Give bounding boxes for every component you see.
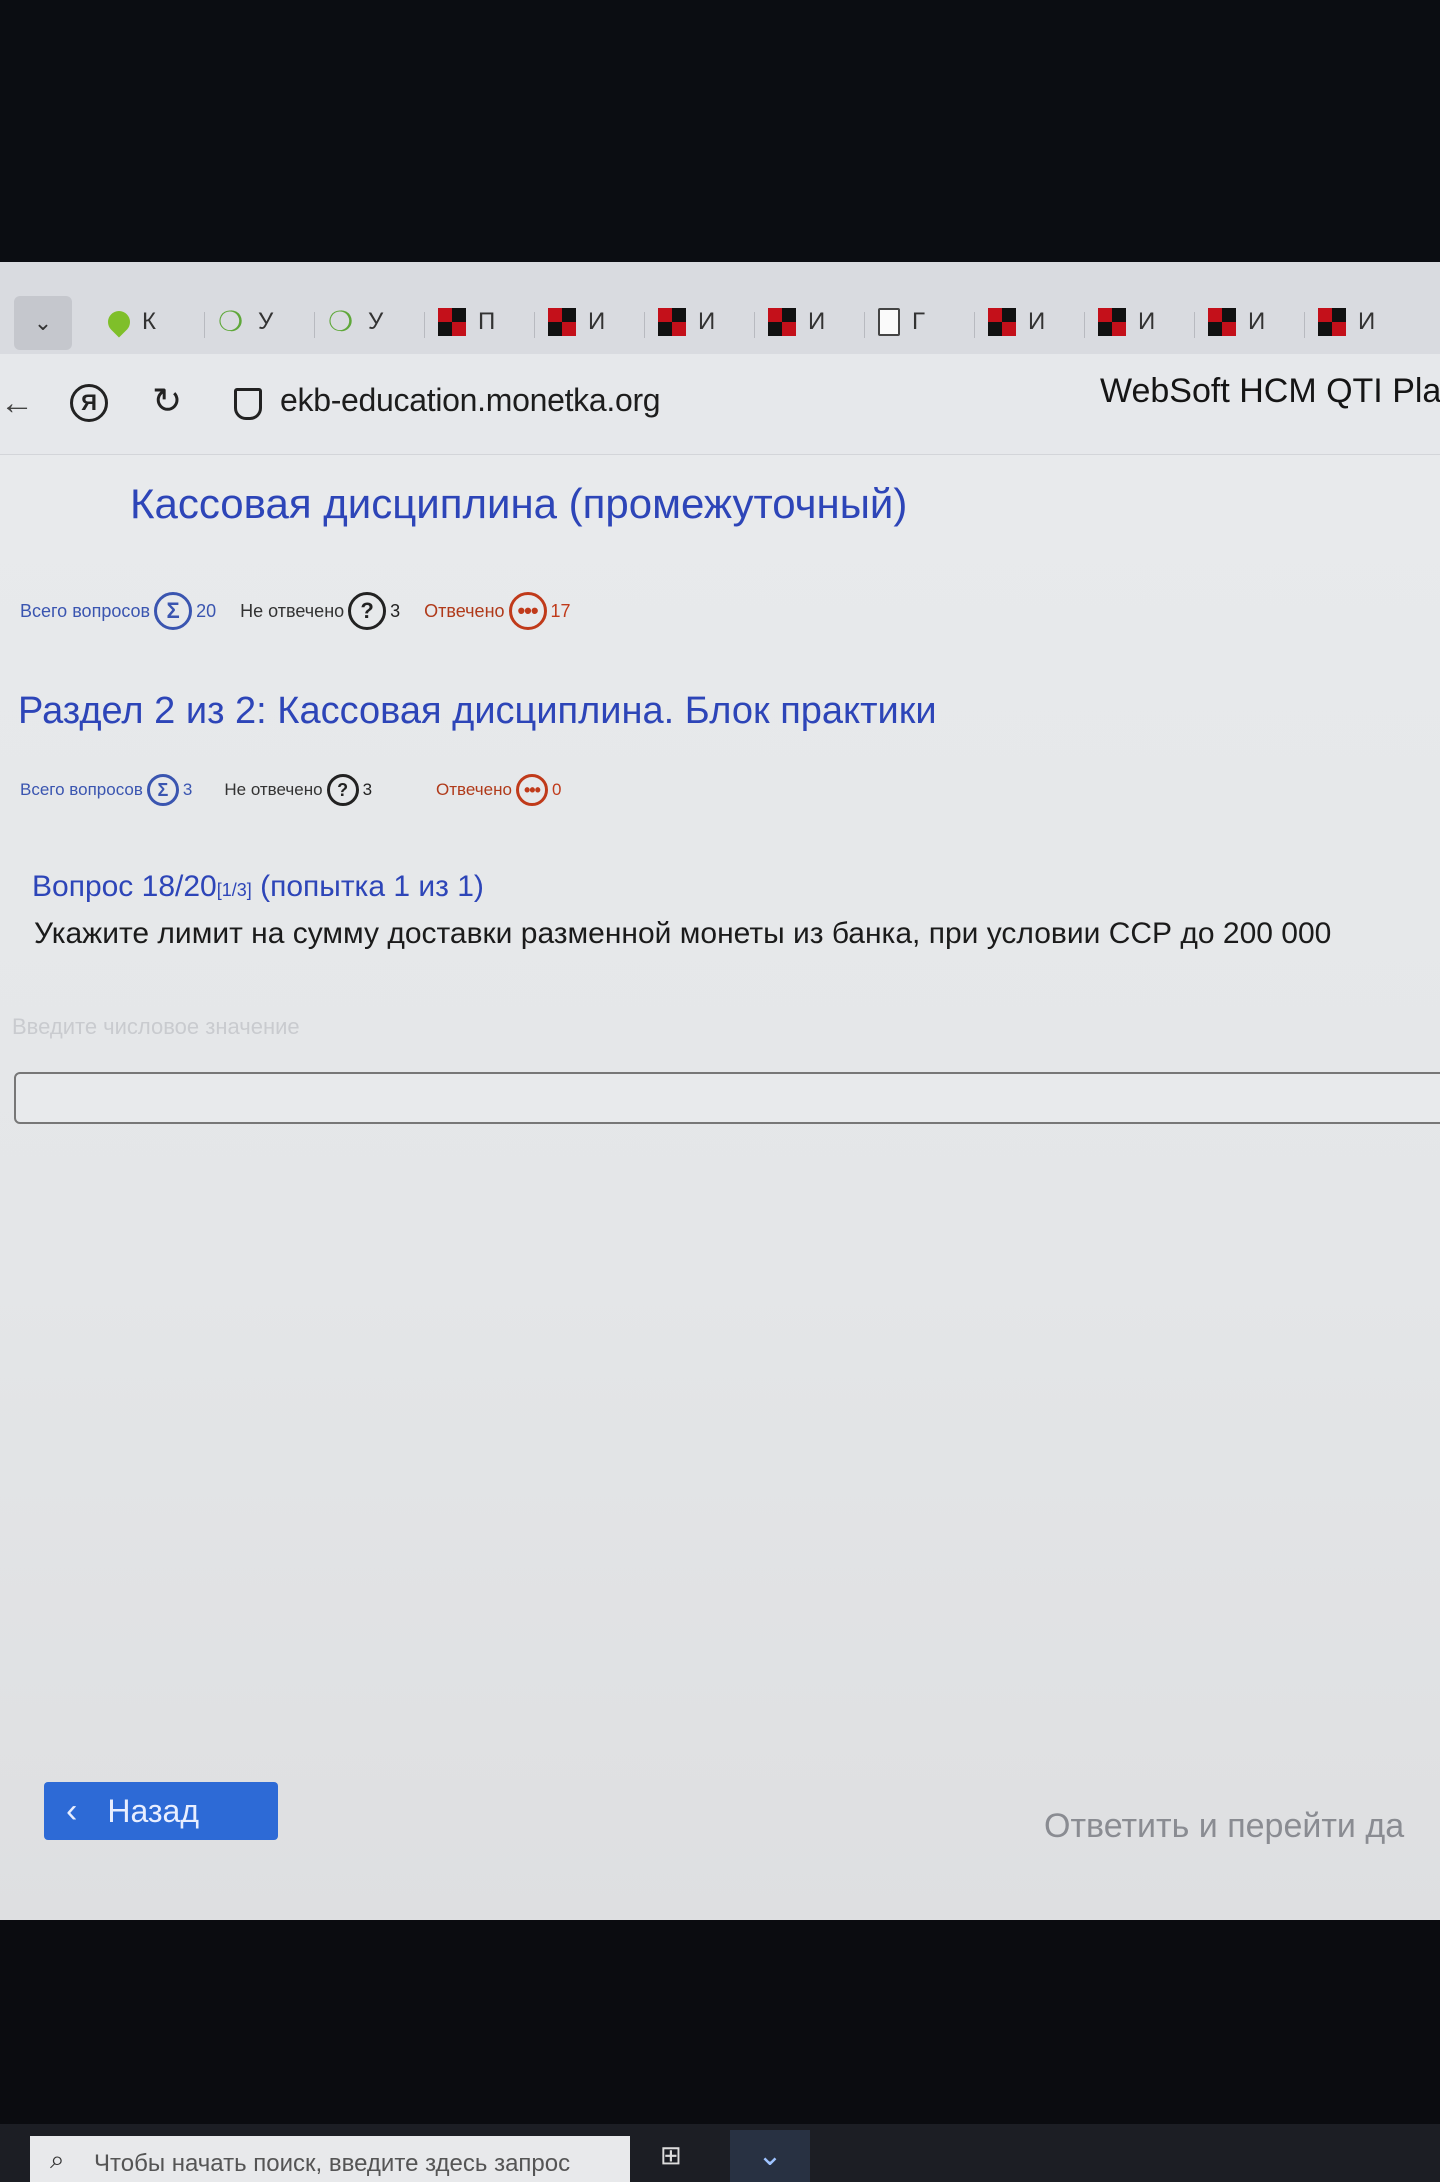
page-title: WebSoft HCM QTI Playe [1100, 372, 1440, 410]
question-subnumber: [1/3] [216, 880, 252, 900]
browser-tab[interactable]: П [438, 302, 495, 342]
chevron-left-icon: ‹ [66, 1791, 78, 1830]
sigma-icon: Σ [154, 592, 193, 630]
taskbar-search[interactable]: ⌕ Чтобы начать поиск, введите здесь запр… [30, 2136, 630, 2182]
browser-tab[interactable]: К [103, 302, 156, 342]
section-unanswered-label: Не отвечено [224, 780, 323, 799]
test-stats: Всего вопросов Σ 20 Не отвечено ? 3 Отве… [20, 592, 571, 630]
browser-tab-label: И [1138, 308, 1156, 335]
browser-tab[interactable]: И [988, 302, 1045, 342]
browser-tab[interactable]: И [1208, 302, 1265, 342]
test-title: Кассовая дисциплина (промежуточный) [130, 480, 908, 527]
browser-tab-label: И [698, 308, 716, 335]
browser-tab-label: У [258, 308, 274, 335]
section-total-label: Всего вопросов [20, 780, 143, 799]
sigma-icon: Σ [146, 774, 179, 806]
tab-separator [644, 312, 645, 338]
answered-value: 17 [550, 600, 571, 621]
apple-icon: ❍ [328, 306, 354, 337]
monitor-bezel [0, 0, 1440, 262]
tab-separator [204, 312, 205, 338]
tab-separator [754, 312, 755, 338]
red-logo-icon [988, 308, 1016, 336]
unanswered-value: 3 [390, 600, 401, 621]
tab-separator [424, 312, 425, 338]
taskbar-search-placeholder: Чтобы начать поиск, введите здесь запрос [94, 2150, 571, 2177]
red-logo-icon [658, 308, 686, 336]
browser-tab[interactable]: И [1098, 302, 1155, 342]
red-logo-icon [1098, 308, 1126, 336]
back-arrow-icon[interactable]: ← [0, 384, 34, 423]
browser-tab-label: И [808, 308, 826, 335]
section-answered-label: Отвечено [436, 780, 512, 799]
yandex-icon[interactable]: Я [70, 384, 108, 422]
browser-tab-label: И [588, 308, 606, 335]
browser-tab-label: И [1358, 308, 1376, 335]
search-icon: ⌕ [50, 2144, 65, 2174]
red-logo-icon [1208, 308, 1236, 336]
apple-icon: ❍ [218, 306, 244, 337]
back-button-label: Назад [107, 1792, 200, 1829]
browser-tab[interactable]: И [548, 302, 605, 342]
answered-label: Отвечено [424, 600, 505, 621]
dots-icon: ••• [508, 592, 547, 630]
map-marker-icon [103, 306, 135, 338]
question-mark-icon: ? [348, 592, 387, 630]
tab-list-dropdown[interactable]: ⌄ [14, 296, 72, 350]
section-title: Раздел 2 из 2: Кассовая дисциплина. Блок… [18, 690, 937, 732]
question-header: Вопрос 18/20[1/3] (попытка 1 из 1) [32, 870, 484, 904]
tab-separator [1304, 312, 1305, 338]
section-answered-value: 0 [551, 780, 562, 799]
red-logo-icon [438, 308, 466, 336]
os-taskbar: ⌕ Чтобы начать поиск, введите здесь запр… [0, 2124, 1440, 2182]
reload-icon[interactable]: ↻ [152, 380, 182, 422]
browser-tab-label: Г [912, 308, 925, 335]
question-number: Вопрос 18/20 [32, 870, 217, 903]
tab-separator [1194, 312, 1195, 338]
answer-hint: Введите числовое значение [12, 1014, 300, 1039]
browser-tab[interactable]: И [768, 302, 825, 342]
task-view-icon[interactable]: ⊞ [660, 2140, 682, 2171]
browser-tab[interactable]: И [1318, 302, 1375, 342]
section-total-value: 3 [182, 780, 193, 799]
total-questions-value: 20 [196, 600, 217, 621]
tab-separator [534, 312, 535, 338]
red-logo-icon [1318, 308, 1346, 336]
back-button[interactable]: ‹ Назад [44, 1782, 278, 1840]
question-text: Укажите лимит на сумму доставки разменно… [34, 917, 1332, 950]
browser-tab-label: П [478, 308, 496, 335]
shield-icon[interactable] [234, 388, 262, 420]
address-bar: ← Я ↻ ekb-education.monetka.org WebSoft … [0, 354, 1440, 455]
section-unanswered-value: 3 [362, 780, 373, 799]
red-logo-icon [768, 308, 796, 336]
browser-tab-label: У [368, 308, 384, 335]
url-text[interactable]: ekb-education.monetka.org [280, 382, 661, 419]
browser-window: ⌄ К ❍ У ❍ У П И И И Г И И И И ← Я ↻ ekb-education.mon… [0, 262, 1440, 2182]
question-mark-icon: ? [326, 774, 359, 806]
tab-separator [314, 312, 315, 338]
browser-tab[interactable]: ❍ У [218, 302, 273, 342]
browser-tab[interactable]: ❍ У [328, 302, 383, 342]
browser-tab-label: И [1028, 308, 1046, 335]
attempt-info: (попытка 1 из 1) [260, 870, 484, 903]
tab-strip: ⌄ К ❍ У ❍ У П И И И Г И И И И [0, 262, 1440, 355]
section-stats: Всего вопросов Σ 3 Не отвечено ? 3 Отвеч… [20, 774, 561, 806]
browser-tab[interactable]: Г [878, 302, 925, 342]
total-questions-label: Всего вопросов [20, 600, 151, 621]
submit-next-button[interactable]: Ответить и перейти да [1044, 1807, 1404, 1846]
unanswered-label: Не отвечено [240, 600, 345, 621]
pinned-app-icon[interactable]: ⌄ [730, 2130, 810, 2182]
chevron-down-icon: ⌄ [33, 310, 53, 335]
answer-input[interactable] [14, 1072, 1440, 1124]
document-icon [878, 308, 900, 336]
browser-tab-label: И [1248, 308, 1266, 335]
tab-separator [1084, 312, 1085, 338]
red-logo-icon [548, 308, 576, 336]
tab-separator [864, 312, 865, 338]
browser-tab-label: К [142, 308, 156, 335]
tab-separator [974, 312, 975, 338]
dots-icon: ••• [515, 774, 548, 806]
browser-tab[interactable]: И [658, 302, 715, 342]
